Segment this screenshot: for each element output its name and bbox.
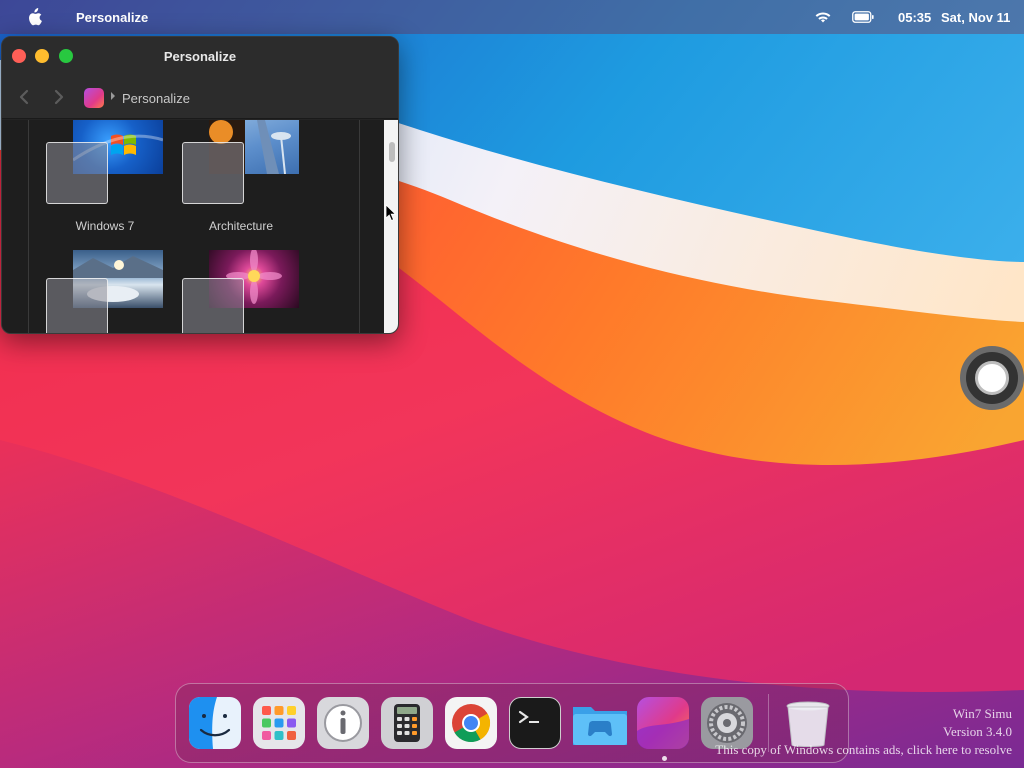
scrollbar-thumb[interactable]: [389, 142, 395, 162]
back-arrow-icon[interactable]: [17, 89, 31, 105]
game-folder-icon: [573, 707, 627, 745]
wifi-icon[interactable]: [813, 9, 833, 25]
mouse-cursor-icon: [385, 204, 397, 222]
apple-icon[interactable]: [26, 8, 42, 26]
watermark-line-1: Win7 Simu: [952, 706, 1012, 721]
theme-preview-frame: [182, 142, 244, 204]
window-titlebar[interactable]: Personalize: [2, 37, 398, 77]
dock-active-indicator: [662, 756, 667, 761]
watermark-line-2: Version 3.4.0: [943, 724, 1012, 739]
menu-app-name[interactable]: Personalize: [76, 10, 148, 25]
dock-games[interactable]: [571, 697, 629, 749]
dock-chrome[interactable]: [445, 697, 497, 749]
divider: [359, 120, 360, 333]
theme-preview-frame: [46, 278, 108, 333]
dock-launchpad[interactable]: [253, 697, 305, 749]
theme-preview-frame: [182, 278, 244, 333]
dock-about[interactable]: [317, 697, 369, 749]
personalize-icon: [637, 719, 689, 749]
breadcrumb-chevron-icon: [111, 92, 115, 100]
watermark-line-3: This copy of Windows contains ads, click…: [715, 742, 1012, 757]
theme-label: Architecture: [208, 219, 274, 233]
chrome-icon: [452, 704, 491, 743]
forward-arrow-icon[interactable]: [52, 89, 66, 105]
window-toolbar: Personalize: [2, 77, 398, 119]
personalize-window: Personalize Personalize Windows 7 Archit…: [1, 36, 399, 334]
terminal-icon: [518, 710, 539, 724]
menu-clock-date[interactable]: Sat, Nov 11: [941, 10, 1010, 25]
activation-watermark[interactable]: Win7 Simu Version 3.4.0 This copy of Win…: [715, 705, 1012, 759]
assistive-touch-button[interactable]: [960, 346, 1024, 410]
personalize-app-icon: [84, 88, 104, 108]
dock-terminal[interactable]: [509, 697, 561, 749]
dock-personalize[interactable]: [637, 697, 689, 749]
breadcrumb-label[interactable]: Personalize: [122, 91, 190, 106]
divider: [28, 120, 29, 333]
assistive-touch-icon: [975, 361, 1009, 395]
theme-gallery: Windows 7 Architecture: [2, 120, 398, 333]
dock-finder[interactable]: [189, 697, 241, 749]
menu-clock-time[interactable]: 05:35: [898, 10, 931, 25]
theme-label: Windows 7: [75, 219, 135, 233]
launchpad-icon: [262, 706, 296, 740]
calculator-icon: [394, 704, 420, 742]
finder-icon: [189, 697, 241, 749]
dock-calculator[interactable]: [381, 697, 433, 749]
theme-preview-frame: [46, 142, 108, 204]
info-icon: [324, 704, 362, 742]
battery-icon[interactable]: [852, 11, 874, 23]
window-title: Personalize: [163, 49, 237, 64]
menu-bar: Personalize 05:35 Sat, Nov 11: [0, 0, 1024, 34]
